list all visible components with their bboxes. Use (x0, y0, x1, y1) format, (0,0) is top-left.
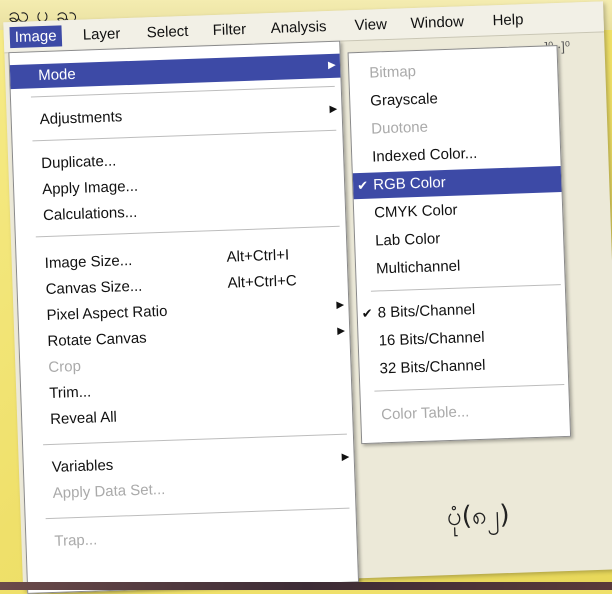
photoshop-window: Image Layer Select Filter Analysis View … (3, 1, 612, 594)
mode-item-label: 32 Bits/Channel (379, 356, 486, 378)
menu-item-adjustments[interactable]: Adjustments ▶ (11, 98, 342, 134)
book-bottom-edge (0, 582, 612, 590)
menu-item-label: Trap... (54, 531, 98, 550)
menu-item-label: Adjustments (39, 108, 123, 129)
checkmark-icon: ✔ (361, 305, 373, 322)
menu-help[interactable]: Help (487, 9, 529, 31)
mode-item-label: RGB Color (372, 174, 446, 194)
submenu-arrow-icon: ▶ (337, 325, 346, 337)
menu-item-label: Trim... (48, 383, 92, 402)
menu-item-label: Variables (51, 456, 114, 476)
menu-window[interactable]: Window (405, 11, 469, 34)
menu-item-label: Crop (48, 357, 82, 376)
figure-caption: ပုံ(၈၂) (446, 500, 511, 533)
menu-item-label: Canvas Size... (45, 277, 143, 299)
mode-item-32-bits[interactable]: 32 Bits/Channel (359, 350, 568, 383)
menu-image[interactable]: Image (9, 25, 62, 49)
mode-item-label: Lab Color (374, 230, 441, 250)
menu-separator (374, 384, 565, 392)
menu-separator (43, 433, 347, 446)
menu-separator (32, 129, 337, 142)
submenu-arrow-icon: ▶ (336, 299, 345, 311)
menu-layer[interactable]: Layer (77, 23, 125, 46)
menu-separator (370, 284, 561, 292)
menu-item-label: Image Size... (44, 252, 133, 273)
menu-filter[interactable]: Filter (207, 19, 251, 41)
menu-item-label: Mode (37, 65, 76, 85)
mode-item-multichannel[interactable]: Multichannel (356, 250, 565, 283)
mode-item-label: Bitmap (369, 62, 417, 82)
menu-separator (35, 225, 340, 238)
mode-submenu: Bitmap Grayscale Duotone Indexed Color..… (347, 45, 572, 445)
mode-item-label: 16 Bits/Channel (378, 328, 485, 350)
menu-item-shortcut: Alt+Ctrl+I (226, 246, 290, 266)
mode-item-label: Indexed Color... (371, 144, 478, 166)
menu-view[interactable]: View (349, 14, 392, 36)
submenu-arrow-icon: ▶ (329, 103, 338, 116)
menu-item-label: Apply Data Set... (52, 480, 166, 502)
menu-item-label: Calculations... (42, 203, 138, 225)
mode-item-label: Duotone (370, 118, 429, 138)
menu-item-label: Rotate Canvas (47, 329, 147, 351)
image-menu-dropdown: Mode ▶ Adjustments ▶ Duplicate... Apply … (8, 40, 360, 594)
mode-item-color-table[interactable]: Color Table... (361, 396, 570, 429)
menu-item-label: Pixel Aspect Ratio (46, 302, 168, 325)
mode-item-label: 8 Bits/Channel (377, 301, 476, 322)
menu-item-shortcut: Alt+Ctrl+C (227, 272, 297, 292)
mode-item-label: Multichannel (375, 257, 461, 278)
submenu-arrow-icon: ▶ (341, 451, 350, 463)
menu-item-label: Duplicate... (40, 152, 117, 173)
menu-item-label: Reveal All (49, 408, 118, 428)
submenu-arrow-icon: ▶ (327, 59, 336, 72)
menu-separator (30, 85, 335, 98)
mode-item-label: CMYK Color (373, 201, 458, 222)
checkmark-icon: ✔ (356, 177, 369, 194)
menu-select[interactable]: Select (141, 21, 193, 44)
menu-item-trap[interactable]: Trap... (26, 519, 357, 555)
menu-item-label: Apply Image... (41, 177, 139, 199)
menu-item-mode[interactable]: Mode ▶ (9, 53, 341, 90)
mode-item-label: Color Table... (380, 403, 470, 424)
mode-item-label: Grayscale (369, 90, 439, 110)
menu-analysis[interactable]: Analysis (265, 16, 332, 39)
menu-separator (45, 507, 350, 520)
